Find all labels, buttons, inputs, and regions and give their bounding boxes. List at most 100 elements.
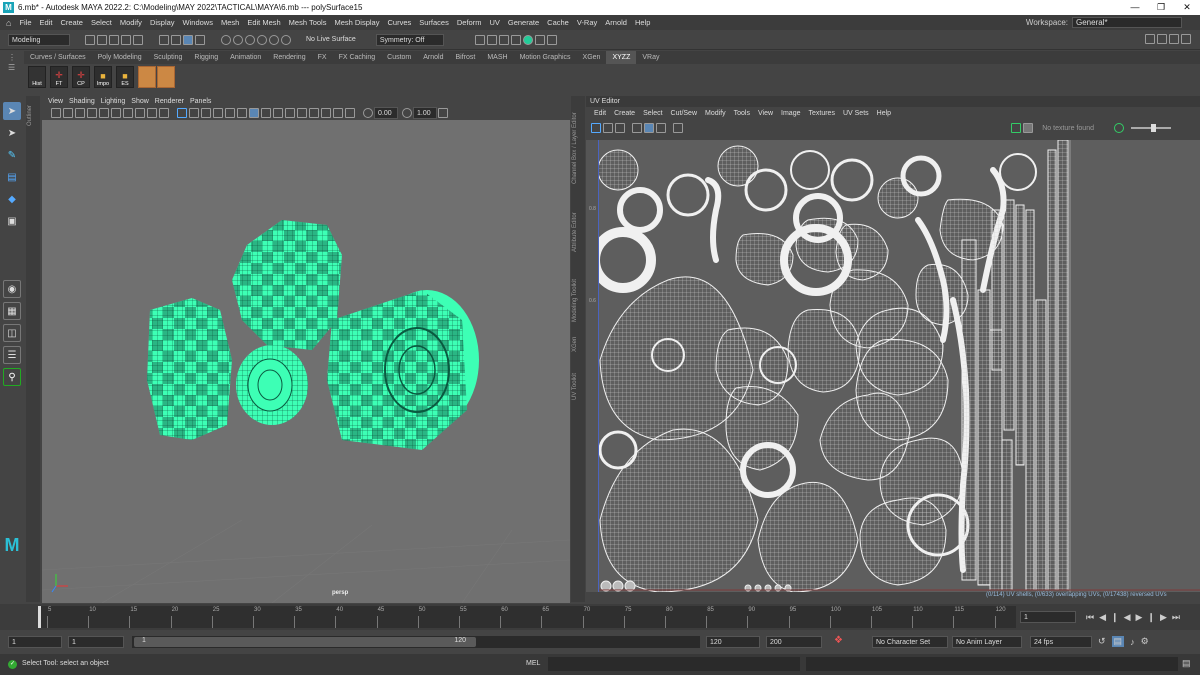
perspective-viewport[interactable]: persp xyxy=(42,120,570,603)
outliner-tab[interactable]: Outliner xyxy=(27,105,33,126)
shelf-tab-motion-graphics[interactable]: Motion Graphics xyxy=(514,51,577,64)
current-frame-field[interactable]: 1 xyxy=(1020,611,1076,623)
select-component-icon[interactable] xyxy=(183,34,193,45)
grid-icon[interactable] xyxy=(99,108,109,118)
uv-shell-icon[interactable] xyxy=(603,123,613,133)
wireframe-on-shaded-icon[interactable] xyxy=(201,108,211,118)
range-track[interactable]: 1 120 xyxy=(132,636,700,648)
shadows-icon[interactable] xyxy=(237,108,247,118)
vp-menu-renderer[interactable]: Renderer xyxy=(155,98,184,105)
maximize-icon[interactable]: ❐ xyxy=(1148,0,1174,15)
snap-point-icon[interactable] xyxy=(245,34,255,45)
shelf-tab-sculpting[interactable]: Sculpting xyxy=(148,51,189,64)
select-mask-icon[interactable] xyxy=(195,34,205,45)
vp-menu-panels[interactable]: Panels xyxy=(190,98,211,105)
step-back-icon[interactable]: ◀ xyxy=(1099,612,1106,623)
animation-start-field[interactable]: 1 xyxy=(8,636,62,648)
shelf-tab-mash[interactable]: MASH xyxy=(481,51,513,64)
character-set-dropdown[interactable]: No Character Set xyxy=(872,636,948,648)
paint-select-icon[interactable]: ✎ xyxy=(3,146,21,164)
time-slider[interactable]: 5 10 15 20 25 30 35 40 45 50 55 60 65 70 75 80 85 90 95 100… xyxy=(0,604,1200,630)
cache-playback-icon[interactable]: ▤ xyxy=(1111,636,1125,647)
menu-arnold[interactable]: Arnold xyxy=(605,18,627,27)
four-view-icon[interactable]: ▦ xyxy=(3,302,21,320)
exposure-slider[interactable] xyxy=(1131,124,1171,132)
xray-icon[interactable] xyxy=(249,108,259,118)
scale-tool-icon[interactable]: ▣ xyxy=(3,212,21,230)
tool-settings-icon[interactable] xyxy=(1169,34,1179,44)
uv-checker-icon[interactable] xyxy=(632,123,642,133)
aa-icon[interactable] xyxy=(309,108,319,118)
uv-menu-textures[interactable]: Textures xyxy=(809,110,835,117)
menu-uv[interactable]: UV xyxy=(489,18,499,27)
modeling-toolkit-tab[interactable]: Modeling Toolkit xyxy=(572,279,578,322)
playback-start-field[interactable]: 1 xyxy=(68,636,124,648)
shelf-tab-rendering[interactable]: Rendering xyxy=(267,51,311,64)
film-gate-icon[interactable] xyxy=(111,108,121,118)
shelf-hist-button[interactable]: Hist xyxy=(28,66,46,88)
uv-canvas[interactable] xyxy=(598,140,1200,592)
key-back-icon[interactable]: ❙ xyxy=(1111,612,1119,623)
attribute-editor-tab[interactable]: Attribute Editor xyxy=(572,212,578,252)
preferences-icon[interactable]: ⚙ xyxy=(1141,636,1149,647)
vp-menu-shading[interactable]: Shading xyxy=(69,98,95,105)
menu-generate[interactable]: Generate xyxy=(508,18,539,27)
uv-wire-icon[interactable] xyxy=(644,123,654,133)
isolate-select-icon[interactable] xyxy=(333,108,343,118)
time-track[interactable]: 5 10 15 20 25 30 35 40 45 50 55 60 65 70 75 80 85 90 95 100… xyxy=(38,606,1016,628)
menu-edit-mesh[interactable]: Edit Mesh xyxy=(247,18,280,27)
uv-menu-help[interactable]: Help xyxy=(877,110,891,117)
loop-icon[interactable]: ↺ xyxy=(1098,636,1106,647)
menu-edit[interactable]: Edit xyxy=(40,18,53,27)
channel-box-tab[interactable]: Channel Box / Layer Editor xyxy=(572,112,578,184)
new-scene-icon[interactable] xyxy=(85,34,95,45)
ipr-render-icon[interactable] xyxy=(498,34,509,45)
vp-menu-show[interactable]: Show xyxy=(131,98,149,105)
shelf-options-icon[interactable]: ⋮ ☰ xyxy=(8,53,18,89)
menu-deform[interactable]: Deform xyxy=(457,18,482,27)
uv-distortion-icon[interactable] xyxy=(656,123,666,133)
camera-attr-icon[interactable] xyxy=(63,108,73,118)
image-toggle-icon[interactable] xyxy=(1011,123,1022,133)
slider-handle[interactable] xyxy=(1151,124,1156,132)
menu-mesh-tools[interactable]: Mesh Tools xyxy=(289,18,327,27)
uv-menu-image[interactable]: Image xyxy=(781,110,800,117)
render-current-icon[interactable] xyxy=(486,34,497,45)
snap-view-icon[interactable] xyxy=(257,34,267,45)
dof-icon[interactable] xyxy=(321,108,331,118)
shelf-impo-button[interactable]: ■ Impo xyxy=(94,66,112,88)
rotate-tool-icon[interactable]: ◆ xyxy=(3,190,21,208)
shelf-es-button[interactable]: ■ ES xyxy=(116,66,134,88)
uv-border-icon[interactable] xyxy=(615,123,625,133)
fps-dropdown[interactable]: 24 fps xyxy=(1030,636,1092,648)
bookmark-icon[interactable] xyxy=(75,108,85,118)
gamma-icon[interactable] xyxy=(402,108,412,118)
play-forward-icon[interactable]: ▶ xyxy=(1136,612,1143,623)
menu-surfaces[interactable]: Surfaces xyxy=(419,18,449,27)
command-input[interactable] xyxy=(548,657,800,671)
shelf-tab-xyzz[interactable]: XYZZ xyxy=(606,51,637,64)
menu-help[interactable]: Help xyxy=(635,18,650,27)
shelf-custom-1-button[interactable] xyxy=(138,66,156,88)
xgen-tab[interactable]: XGen xyxy=(572,337,578,352)
uv-menu-tools[interactable]: Tools xyxy=(734,110,750,117)
uv-menu-uv-sets[interactable]: UV Sets xyxy=(843,110,869,117)
vp-menu-view[interactable]: View xyxy=(48,98,63,105)
symmetry-dropdown[interactable]: Symmetry: Off xyxy=(375,33,444,46)
hypershade-icon[interactable] xyxy=(522,34,533,45)
lasso-tool-icon[interactable]: ➤ xyxy=(3,124,21,142)
render-setup-icon[interactable] xyxy=(534,34,545,45)
uv-menu-select[interactable]: Select xyxy=(643,110,662,117)
script-editor-icon[interactable]: ▤ xyxy=(1182,658,1191,669)
ssao-icon[interactable] xyxy=(285,108,295,118)
redo-icon[interactable] xyxy=(133,34,143,45)
shelf-custom-2-button[interactable] xyxy=(157,66,175,88)
home-icon[interactable]: ⌂ xyxy=(6,18,11,28)
close-icon[interactable]: ✕ xyxy=(1174,0,1200,15)
anim-layer-dropdown[interactable]: No Anim Layer xyxy=(952,636,1022,648)
sound-icon[interactable]: ♪ xyxy=(1130,637,1135,647)
shelf-tab-custom[interactable]: Custom xyxy=(381,51,417,64)
light-editor-icon[interactable] xyxy=(546,34,557,45)
shelf-tab-xgen[interactable]: XGen xyxy=(577,51,607,64)
image-plane-icon[interactable] xyxy=(87,108,97,118)
